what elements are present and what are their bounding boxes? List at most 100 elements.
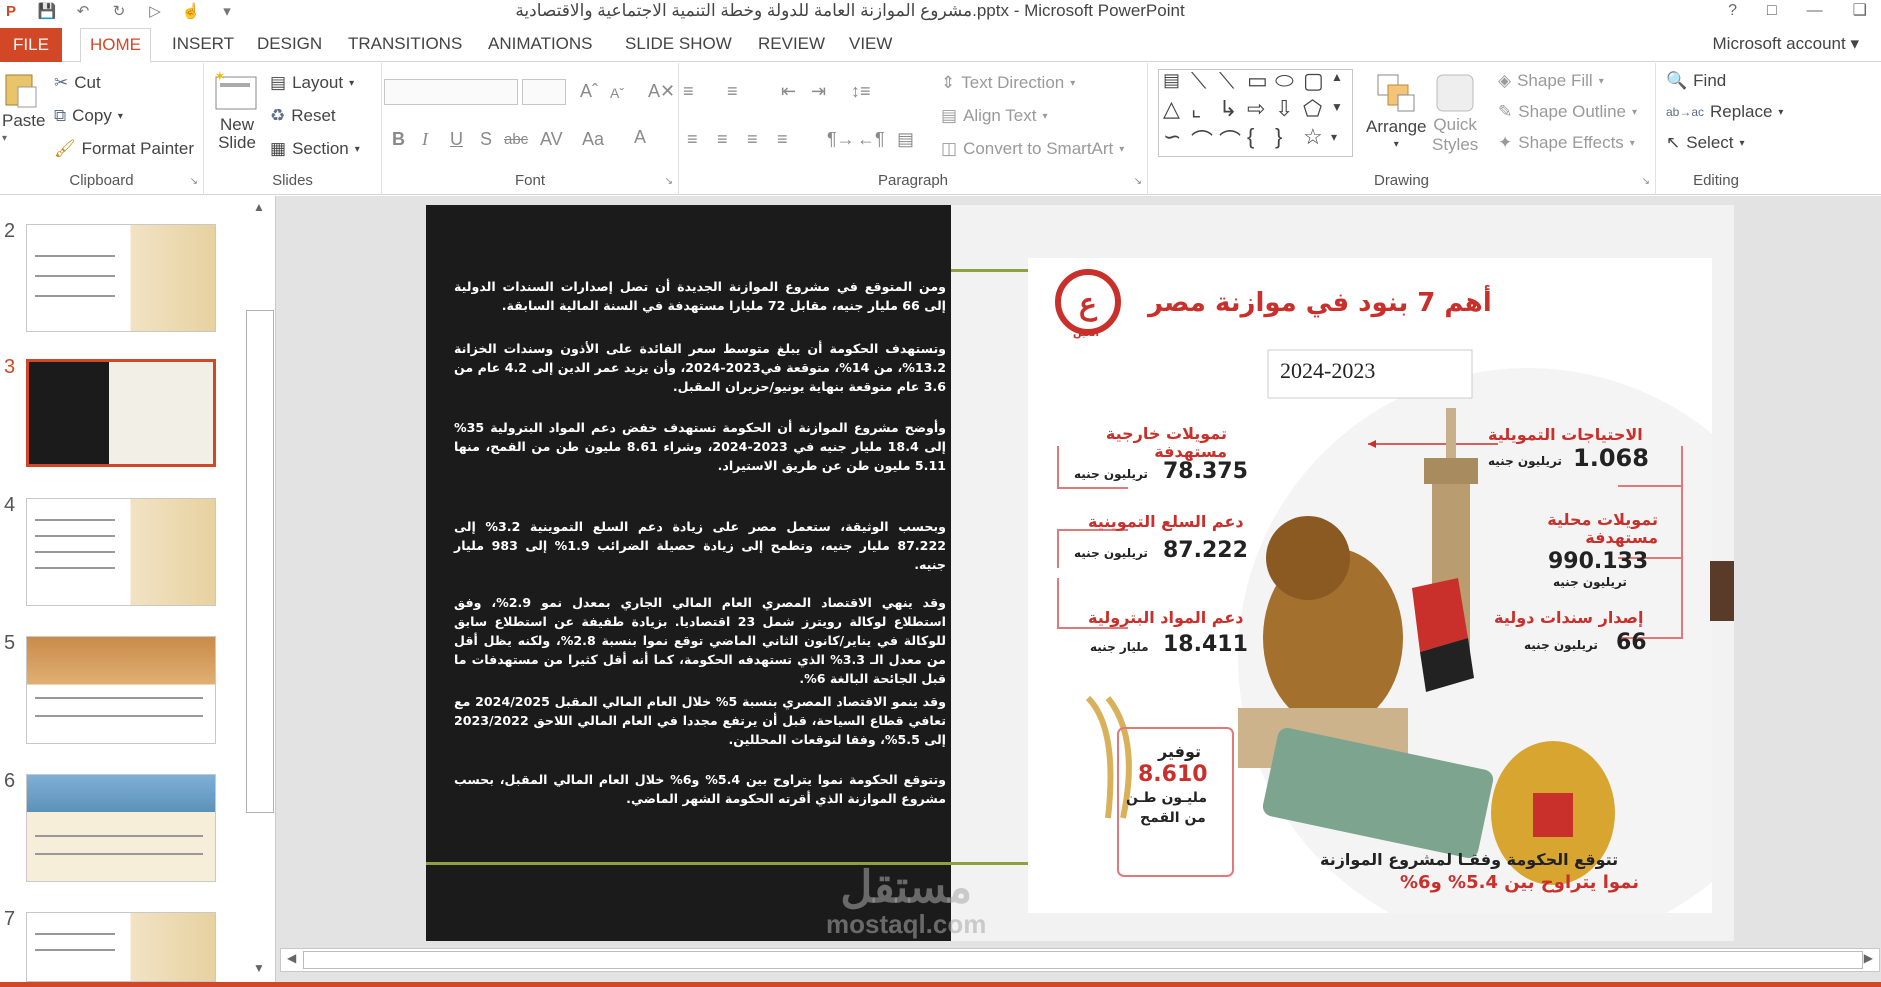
find-button[interactable]: 🔍 Find (1666, 71, 1726, 91)
tab-insert[interactable]: INSERT (172, 34, 234, 54)
gallery-down-icon[interactable]: ▼ (1331, 100, 1343, 114)
curve-shape-icon[interactable]: ⌒ (1191, 124, 1213, 156)
replace-button[interactable]: ab→ac Replace ▾ (1666, 102, 1783, 122)
select-button[interactable]: ↖ Select ▾ (1666, 133, 1745, 153)
format-painter-button[interactable]: 🖌 Format Painter (54, 139, 194, 159)
decrease-indent-icon[interactable]: ⇤ (781, 81, 796, 102)
horizontal-scrollbar-thumb[interactable] (303, 951, 1863, 969)
infographic-image[interactable]: ع العين أهم 7 بنود في موازنة مصر 2024-20… (1028, 258, 1712, 913)
scroll-left-icon[interactable]: ◀ (287, 951, 296, 965)
font-color-icon[interactable]: A (634, 127, 646, 148)
right-brace-shape-icon[interactable]: } (1275, 124, 1282, 150)
align-right-icon[interactable]: ≡ (747, 129, 758, 150)
paste-button[interactable]: Paste ▾ (2, 71, 45, 144)
shape-effects-button[interactable]: ✦ Shape Effects ▾ (1498, 133, 1635, 153)
tab-review[interactable]: REVIEW (758, 34, 825, 54)
minimize-icon[interactable]: — (1807, 0, 1823, 22)
maximize-icon[interactable]: ❑ (1853, 0, 1867, 22)
text-shadow-icon[interactable]: S (480, 129, 492, 150)
horizontal-scrollbar[interactable]: ◀ ▶ (280, 948, 1880, 972)
ribbon-display-options-icon[interactable]: □ (1767, 0, 1777, 22)
clear-formatting-icon[interactable]: A✕ (648, 81, 675, 102)
undo-icon[interactable]: ↶ (74, 2, 92, 20)
bullets-icon[interactable]: ≡ (683, 81, 694, 102)
convert-smartart-button[interactable]: ◫ Convert to SmartArt ▾ (941, 139, 1124, 159)
account-menu[interactable]: Microsoft account ▾ (1713, 34, 1860, 54)
section-button[interactable]: ▦ Section ▾ (270, 139, 360, 159)
justify-icon[interactable]: ≡ (777, 129, 788, 150)
slide-thumbnail-6[interactable] (26, 774, 216, 882)
slide-canvas[interactable]: ومن المتوقع في مشروع الموازنة الجديدة أن… (426, 205, 1734, 941)
triangle-shape-icon[interactable]: △ (1163, 96, 1180, 122)
slide-thumbnail-2[interactable] (26, 224, 216, 332)
customize-qat-icon[interactable]: ▾ (218, 2, 236, 20)
arrange-button[interactable]: Arrange ▾ (1366, 71, 1426, 150)
textbox-shape-icon[interactable]: ▤ (1163, 70, 1180, 91)
line-shape-icon[interactable]: ⟍ (1191, 68, 1206, 94)
star-shape-icon[interactable]: ☆ (1303, 124, 1323, 150)
oval-shape-icon[interactable]: ⬭ (1275, 68, 1294, 94)
line-spacing-icon[interactable]: ↕≡ (851, 81, 871, 102)
slide-paragraph-6[interactable]: وقد ينمو الاقتصاد المصري بنسبة 5% خلال ا… (454, 692, 946, 749)
thumbnail-scrollbar-thumb[interactable] (246, 310, 274, 813)
tab-slide-show[interactable]: SLIDE SHOW (625, 34, 732, 54)
italic-icon[interactable]: I (422, 129, 428, 150)
decrease-font-size-icon[interactable]: Aˇ (610, 85, 624, 101)
slide-paragraph-5[interactable]: وقد ينهي الاقتصاد المصري العام المالي ال… (454, 593, 946, 688)
text-direction-button[interactable]: ⇕ Text Direction ▾ (941, 73, 1075, 93)
redo-icon[interactable]: ↻ (110, 2, 128, 20)
bold-icon[interactable]: B (392, 129, 405, 150)
numbering-icon[interactable]: ≡ (727, 81, 738, 102)
tab-animations[interactable]: ANIMATIONS (488, 34, 593, 54)
scroll-up-icon[interactable]: ▲ (253, 200, 265, 214)
gallery-up-icon[interactable]: ▲ (1331, 70, 1343, 84)
ltr-icon[interactable]: ¶→ (827, 129, 855, 150)
tab-home[interactable]: HOME (80, 28, 151, 63)
copy-button[interactable]: ⧉ Copy ▾ (54, 106, 123, 126)
increase-indent-icon[interactable]: ⇥ (811, 81, 826, 102)
left-brace-shape-icon[interactable]: { (1247, 124, 1254, 150)
align-center-icon[interactable]: ≡ (717, 129, 728, 150)
rtl-icon[interactable]: ←¶ (857, 129, 885, 150)
help-button[interactable]: ? (1728, 0, 1737, 22)
down-arrow-shape-icon[interactable]: ⇩ (1275, 96, 1293, 122)
elbow-arrow-icon[interactable]: ↳ (1219, 96, 1237, 122)
layout-button[interactable]: ▤ Layout ▾ (270, 73, 354, 93)
slide-paragraph-7[interactable]: وتتوقع الحكومة نموا يتراوح بين 5.4% و6% … (454, 770, 946, 808)
slide-thumbnail-3[interactable] (26, 359, 216, 467)
paste-dropdown-icon[interactable]: ▾ (2, 133, 7, 144)
slide-paragraph-1[interactable]: ومن المتوقع في مشروع الموازنة الجديدة أن… (454, 277, 946, 315)
tab-design[interactable]: DESIGN (257, 34, 322, 54)
cut-button[interactable]: ✂ Cut (54, 73, 101, 93)
quick-styles-button[interactable]: Quick Styles (1432, 71, 1478, 155)
slide-thumbnail-5[interactable] (26, 636, 216, 744)
font-name-combo[interactable] (384, 79, 518, 105)
change-case-icon[interactable]: Aa (582, 129, 604, 150)
arrow-line-shape-icon[interactable]: ⟍ (1219, 68, 1234, 94)
new-slide-button[interactable]: ✶ New Slide (212, 69, 262, 153)
slide-paragraph-2[interactable]: وتستهدف الحكومة أن يبلغ متوسط سعر الفائد… (454, 339, 946, 396)
freeform-shape-icon[interactable]: ∽ (1163, 124, 1181, 150)
tab-transitions[interactable]: TRANSITIONS (348, 34, 462, 54)
tab-file[interactable]: FILE (0, 28, 62, 62)
shape-outline-button[interactable]: ✎ Shape Outline ▾ (1498, 102, 1637, 122)
start-from-beginning-icon[interactable]: ▷ (146, 2, 164, 20)
slide-thumbnail-4[interactable] (26, 498, 216, 606)
save-icon[interactable]: 💾 (38, 2, 57, 20)
shapes-gallery[interactable]: ▤ ⟍ ⟍ ▭ ⬭ ▢ △ ⌞ ↳ ⇨ ⇩ ⬠ ∽ ⌒ ⌒ { } ☆ ▲ ▼ … (1158, 68, 1353, 157)
slide-paragraph-4[interactable]: وبحسب الوثيقة، ستعمل مصر على زيادة دعم ا… (454, 517, 946, 574)
increase-font-size-icon[interactable]: Aˆ (580, 81, 598, 102)
slide-thumbnail-7[interactable] (26, 912, 216, 982)
rectangle-shape-icon[interactable]: ▭ (1247, 68, 1268, 94)
scroll-down-icon[interactable]: ▼ (253, 961, 265, 975)
align-left-icon[interactable]: ≡ (687, 129, 698, 150)
align-text-button[interactable]: ▤ Align Text ▾ (941, 106, 1048, 126)
clipboard-launcher-icon[interactable]: ↘ (190, 176, 198, 187)
rounded-rect-shape-icon[interactable]: ▢ (1303, 68, 1324, 94)
right-arrow-shape-icon[interactable]: ⇨ (1247, 96, 1265, 122)
touch-mode-icon[interactable]: ☝ (182, 2, 201, 20)
gallery-more-icon[interactable]: ▾ (1331, 130, 1337, 144)
tab-view[interactable]: VIEW (849, 34, 892, 54)
font-size-combo[interactable] (522, 79, 566, 105)
elbow-connector-icon[interactable]: ⌞ (1191, 96, 1201, 122)
